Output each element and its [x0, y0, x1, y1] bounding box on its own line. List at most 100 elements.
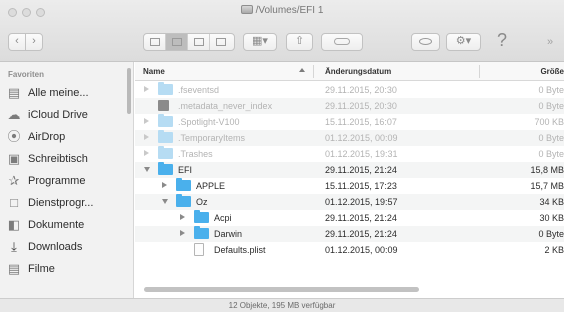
folder-icon: [158, 130, 173, 143]
sidebar-item-filme[interactable]: ▤ Filme: [6, 260, 126, 280]
disclosure-closed-icon[interactable]: [144, 134, 149, 140]
file-date: 29.11.2015, 20:30: [325, 85, 397, 95]
file-date: 01.12.2015, 19:57: [325, 197, 398, 207]
column-header-name[interactable]: Name: [143, 67, 165, 76]
file-size: 0 Byte: [538, 85, 564, 95]
file-size: 0 Byte: [538, 133, 564, 143]
file-date: 29.11.2015, 21:24: [325, 229, 397, 239]
file-date: 29.11.2015, 20:30: [325, 101, 397, 111]
folder-icon: [158, 114, 173, 127]
disclosure-closed-icon[interactable]: [144, 150, 149, 156]
file-row[interactable]: EFI 29.11.2015, 21:24 15,8 MB: [135, 162, 564, 178]
column-divider[interactable]: [479, 65, 480, 78]
help-button[interactable]: ?: [497, 30, 507, 51]
file-name: .Trashes: [178, 149, 213, 159]
view-mode-selector[interactable]: [143, 33, 235, 51]
file-row[interactable]: Darwin 29.11.2015, 21:24 0 Byte: [135, 226, 564, 242]
sidebar-item-dokumente[interactable]: ◧ Dokumente: [6, 216, 126, 236]
file-row[interactable]: .metadata_never_index 29.11.2015, 20:30 0 …: [135, 98, 564, 114]
file-row[interactable]: .TemporaryItems 01.12.2015, 00:09 0 Byte: [135, 130, 564, 146]
utilities-folder-icon: □: [10, 195, 18, 210]
file-name: Oz: [196, 197, 208, 207]
folder-icon: [176, 194, 191, 207]
sidebar-item-icloud-drive[interactable]: ☁ iCloud Drive: [6, 106, 126, 126]
disclosure-open-icon[interactable]: [162, 199, 168, 204]
column-header-date[interactable]: Änderungsdatum: [325, 67, 391, 76]
sidebar-item-downloads[interactable]: ⤓ Downloads: [6, 238, 126, 258]
document-icon: [158, 100, 169, 111]
disclosure-closed-icon[interactable]: [144, 86, 149, 92]
sidebar-item-label: Schreibtisch: [28, 153, 88, 165]
sidebar-item-alle-meine[interactable]: ▤ Alle meine...: [6, 84, 126, 104]
file-row[interactable]: APPLE 15.11.2015, 17:23 15,7 MB: [135, 178, 564, 194]
file-size: 15,7 MB: [530, 181, 564, 191]
tags-button[interactable]: [321, 33, 363, 51]
sidebar-item-label: Alle meine...: [28, 87, 89, 99]
desktop-icon: ▣: [7, 151, 21, 166]
disclosure-open-icon[interactable]: [144, 167, 150, 172]
documents-icon: ◧: [7, 217, 21, 232]
finder-window: /Volumes/EFI 1 ‹ › ▦▾ ⇧ ⚙▾ ? » Favoriten…: [0, 0, 564, 312]
share-button[interactable]: ⇧: [286, 33, 313, 51]
disclosure-closed-icon[interactable]: [162, 182, 167, 188]
disclosure-closed-icon[interactable]: [180, 230, 185, 236]
file-name: .Spotlight-V100: [178, 117, 240, 127]
folder-icon: [158, 82, 173, 95]
movies-icon: ▤: [7, 261, 21, 276]
column-view-button[interactable]: [188, 34, 210, 50]
file-size: 34 KB: [539, 197, 564, 207]
file-name: .metadata_never_index: [178, 101, 273, 111]
toolbar-overflow-button[interactable]: »: [547, 36, 553, 48]
eye-icon: [419, 38, 432, 45]
file-row[interactable]: .fseventsd 29.11.2015, 20:30 0 Byte: [135, 82, 564, 98]
horizontal-scrollbar[interactable]: [144, 287, 419, 292]
share-icon: ⇧: [294, 35, 305, 47]
action-menu-button[interactable]: ⚙▾: [446, 33, 481, 51]
file-size: 0 Byte: [538, 101, 564, 111]
sidebar: Favoriten ▤ Alle meine... ☁ iCloud Drive…: [0, 62, 134, 298]
file-row[interactable]: Defaults.plist 01.12.2015, 00:09 2 KB: [135, 242, 564, 258]
sidebar-scrollbar[interactable]: [127, 68, 131, 114]
arrange-button[interactable]: ▦▾: [243, 33, 277, 51]
file-row[interactable]: .Spotlight-V100 15.11.2015, 16:07 700 KB: [135, 114, 564, 130]
sidebar-item-dienstprogramme[interactable]: □ Dienstprogr...: [6, 194, 126, 214]
quick-look-button[interactable]: [411, 33, 440, 51]
file-size: 0 Byte: [538, 229, 564, 239]
file-row[interactable]: .Trashes 01.12.2015, 19:31 0 Byte: [135, 146, 564, 162]
icon-view-button[interactable]: [144, 34, 166, 50]
disclosure-closed-icon[interactable]: [180, 214, 185, 220]
list-view-button[interactable]: [166, 34, 188, 50]
sort-ascending-icon: [299, 68, 305, 72]
sidebar-item-airdrop[interactable]: ⦿ AirDrop: [6, 128, 126, 148]
file-row[interactable]: Oz 01.12.2015, 19:57 34 KB: [135, 194, 564, 210]
file-date: 15.11.2015, 17:23: [325, 181, 397, 191]
file-name: APPLE: [196, 181, 226, 191]
column-divider[interactable]: [313, 65, 314, 78]
tag-icon: [334, 38, 350, 45]
sidebar-item-label: AirDrop: [28, 131, 66, 143]
file-name: Acpi: [214, 213, 232, 223]
sidebar-item-label: Dokumente: [28, 219, 85, 231]
column-header-row: Name Änderungsdatum Größe: [135, 62, 564, 81]
chevron-right-icon: ›: [32, 35, 36, 47]
sidebar-item-programme[interactable]: ✰ Programme: [6, 172, 126, 192]
column-header-size[interactable]: Größe: [484, 67, 564, 76]
list-icon: [171, 38, 182, 46]
file-row[interactable]: Acpi 29.11.2015, 21:24 30 KB: [135, 210, 564, 226]
grid-icon: [149, 38, 160, 46]
downloads-icon: ⤓: [11, 239, 17, 254]
arrange-icon: ▦▾: [252, 35, 268, 47]
sidebar-item-schreibtisch[interactable]: ▣ Schreibtisch: [6, 150, 126, 170]
file-icon: [194, 243, 204, 256]
file-size: 15,8 MB: [530, 165, 564, 175]
cover-flow-button[interactable]: [210, 34, 232, 50]
forward-button[interactable]: ›: [25, 33, 43, 51]
window-title-text: /Volumes/EFI 1: [255, 5, 324, 16]
disclosure-closed-icon[interactable]: [144, 118, 149, 124]
file-name: EFI: [178, 165, 193, 175]
disk-icon: [240, 5, 253, 14]
folder-icon: [176, 178, 191, 191]
file-size: 30 KB: [539, 213, 564, 223]
cloud-icon: ☁: [7, 107, 21, 122]
back-button[interactable]: ‹: [8, 33, 26, 51]
